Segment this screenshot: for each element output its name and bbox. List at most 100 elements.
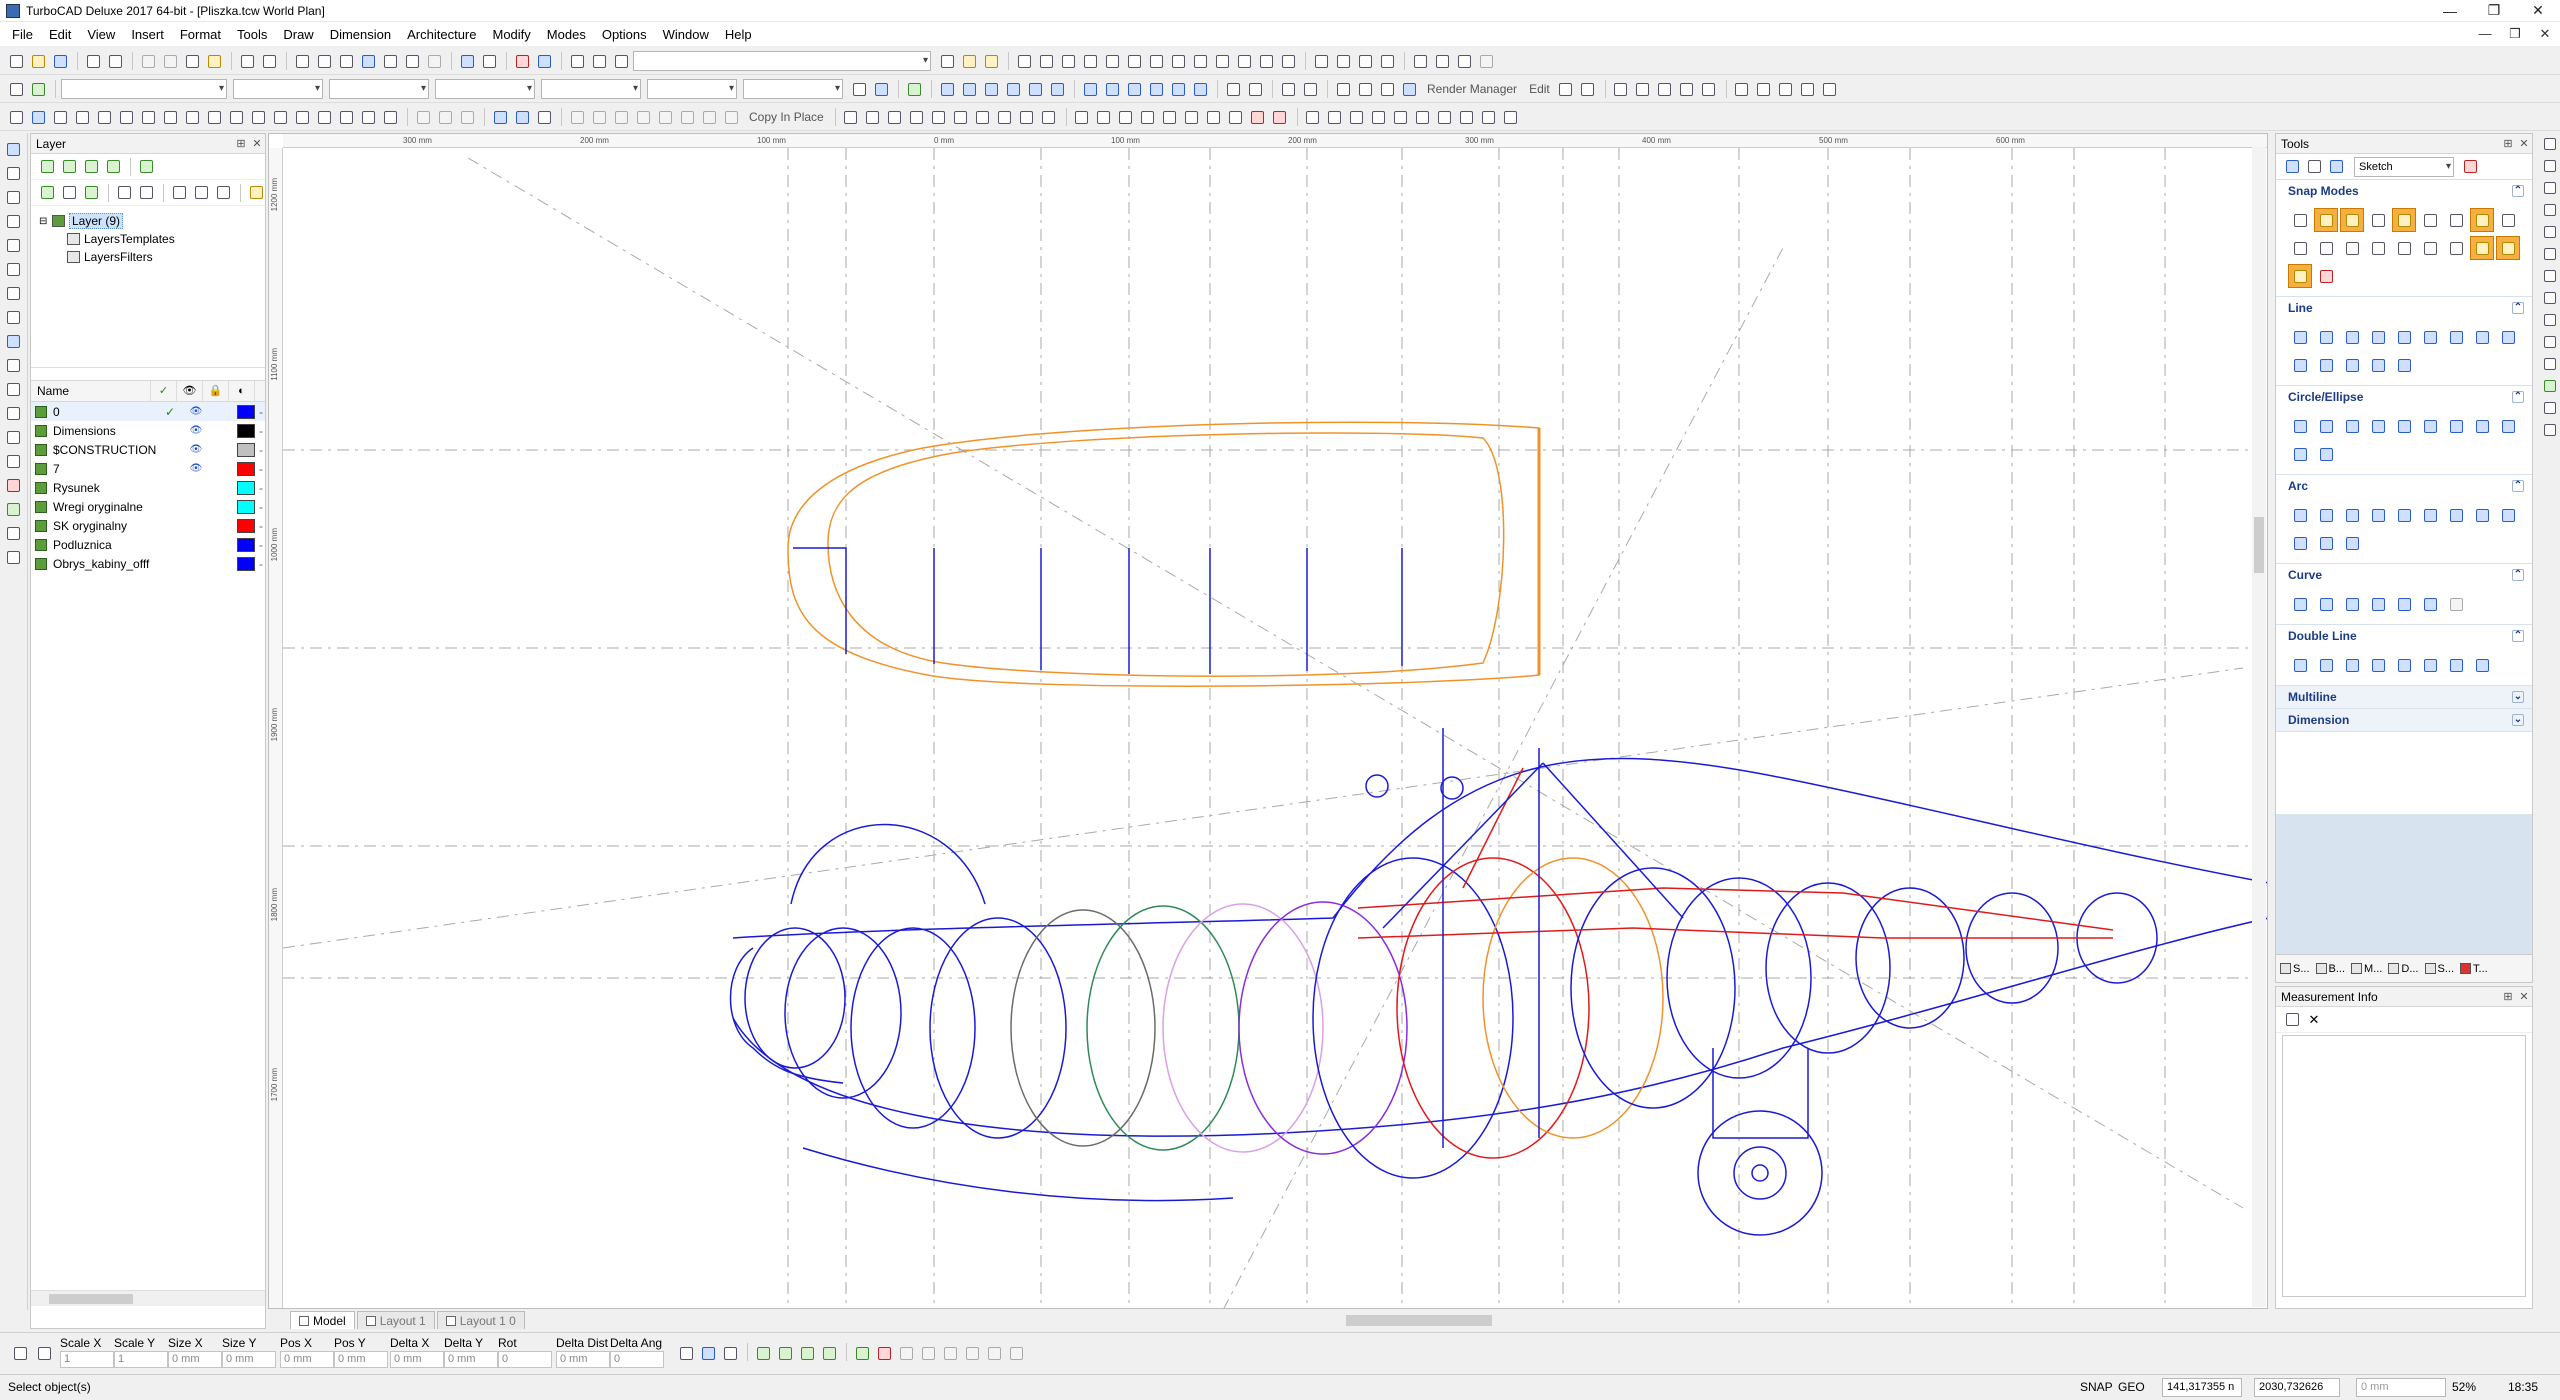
arc-elliptical-icon[interactable] [2444,503,2468,527]
paint-icon[interactable] [2304,157,2324,177]
expand-icon[interactable]: ⌄ [2512,691,2524,703]
workplane-top-icon[interactable] [1223,79,1243,99]
dimension-angular-icon[interactable] [1754,79,1774,99]
workplane-rotate-icon[interactable] [1245,79,1265,99]
line-double-tangent-icon[interactable] [2314,353,2338,377]
circle-tangent-2-icon[interactable] [2418,414,2442,438]
inspector-field-input[interactable]: 0 mm [556,1351,610,1368]
snap-icon[interactable] [2366,208,2390,232]
inspector-tool-icon[interactable] [918,1343,938,1363]
layer-color-swatch[interactable] [237,480,255,495]
layer-row[interactable]: Obrys_kabiny_offf - [31,554,265,573]
inspector-field-input[interactable]: 0 [610,1351,664,1368]
stretch-icon[interactable] [160,107,180,127]
copy-in-place-button[interactable]: Copy In Place [749,110,824,124]
layer-color-swatch[interactable] [237,423,255,438]
inspector-field-input[interactable]: 0 [498,1351,552,1368]
menu-draw[interactable]: Draw [275,27,321,42]
layer-visibility-toggle-icon[interactable] [213,183,233,203]
edit-button[interactable]: Edit [1529,82,1550,96]
layer-visible-icon[interactable]: 👁 [183,463,209,474]
inspector-field-input[interactable]: 0 mm [222,1351,276,1368]
render-accurate-icon[interactable] [1377,79,1397,99]
inspector-tool-icon[interactable] [819,1343,839,1363]
cone-icon[interactable] [1003,79,1023,99]
double-arc-icon[interactable] [2314,653,2338,677]
inspector-field-input[interactable]: 0 mm [444,1351,498,1368]
mdi-minimize-button[interactable]: — [2470,26,2500,42]
collapse-icon[interactable]: ⌃ [2512,569,2524,581]
layer-add-icon[interactable] [37,183,57,203]
tools-tab[interactable]: T... [2460,963,2488,975]
box-icon[interactable] [937,79,957,99]
snap-nearest-icon[interactable] [1168,51,1188,71]
view-right-icon[interactable] [1124,79,1144,99]
close-button[interactable]: ✕ [2516,2,2560,19]
boolean-subtract-icon[interactable] [358,107,378,127]
zoom-extents-icon[interactable] [358,51,378,71]
layer-tool-icon[interactable] [4,499,24,519]
copy-in-place-icon[interactable] [721,107,741,127]
copy-mirror-icon[interactable] [655,107,675,127]
snap-quadrant-icon[interactable] [1080,51,1100,71]
modify-icon[interactable] [4,403,24,423]
collapse-icon[interactable]: ⌃ [2512,302,2524,314]
edge-tool-icon[interactable] [2542,356,2558,372]
spline-fit-icon[interactable] [2314,592,2338,616]
inspector-field-input[interactable]: 0 mm [334,1351,388,1368]
layer-horizontal-scrollbar[interactable] [31,1290,265,1306]
dimension-icon[interactable] [4,331,24,351]
layer-move-icon[interactable] [81,157,101,177]
double-perpendicular-icon[interactable] [2444,653,2468,677]
arc-continue-icon[interactable] [2496,503,2520,527]
render-draft-icon[interactable] [1333,79,1353,99]
insert-icon[interactable] [4,379,24,399]
snap-tangent-icon[interactable] [1124,51,1144,71]
reshape-icon[interactable] [28,107,48,127]
select-mode-icon[interactable] [479,51,499,71]
menu-help[interactable]: Help [717,27,760,42]
inspector-tool-icon[interactable] [797,1343,817,1363]
break-icon[interactable] [1182,107,1202,127]
cube-tool-icon[interactable] [2326,157,2346,177]
horizontal-scroll-thumb[interactable] [1346,1315,1492,1326]
vertical-scroll-thumb[interactable] [2254,517,2264,573]
snap-icon[interactable] [2496,208,2520,232]
join-icon[interactable] [1160,107,1180,127]
multi-line-tool-icon[interactable] [4,211,24,231]
layer-combo[interactable] [61,79,227,99]
circle-multi-icon[interactable] [2470,414,2494,438]
line-icon[interactable] [4,187,24,207]
pointer-icon[interactable] [2282,157,2302,177]
polygon-tool-icon[interactable] [1039,107,1059,127]
layer-delete-icon[interactable] [59,183,79,203]
inspector-table-icon[interactable] [34,1343,54,1363]
constraint-parallel-icon[interactable] [1677,79,1697,99]
section-header[interactable]: Multiline ⌄ [2276,686,2532,708]
inspector-tool-icon[interactable] [852,1343,872,1363]
brush-pattern-combo[interactable] [743,79,843,99]
layer-color-swatch[interactable] [237,556,255,571]
minimize-button[interactable]: — [2428,3,2472,19]
snap-icon[interactable] [2314,236,2338,260]
layer-row[interactable]: SK oryginalny - [31,516,265,535]
undo-icon[interactable] [237,51,257,71]
edge-tool-icon[interactable] [2542,378,2558,394]
spline-tool-icon[interactable] [973,107,993,127]
menu-options[interactable]: Options [594,27,655,42]
menu-format[interactable]: Format [172,27,229,42]
snap-icon[interactable] [2288,236,2312,260]
bezier-tool-icon[interactable] [995,107,1015,127]
spiral-icon[interactable] [2392,592,2416,616]
open-icon[interactable] [28,51,48,71]
section-header[interactable]: Snap Modes ⌃ [2276,180,2532,202]
snap-drawing-aid-icon[interactable] [1278,51,1298,71]
ellipse-tool-icon[interactable] [951,107,971,127]
arc-icon[interactable] [4,259,24,279]
node-edit-icon[interactable] [4,163,24,183]
save-icon[interactable] [50,51,70,71]
patch-icon[interactable] [457,107,477,127]
constraint-vertical-icon[interactable] [1655,79,1675,99]
ellipse-icon[interactable] [2496,414,2520,438]
snap-icon[interactable] [2418,236,2442,260]
